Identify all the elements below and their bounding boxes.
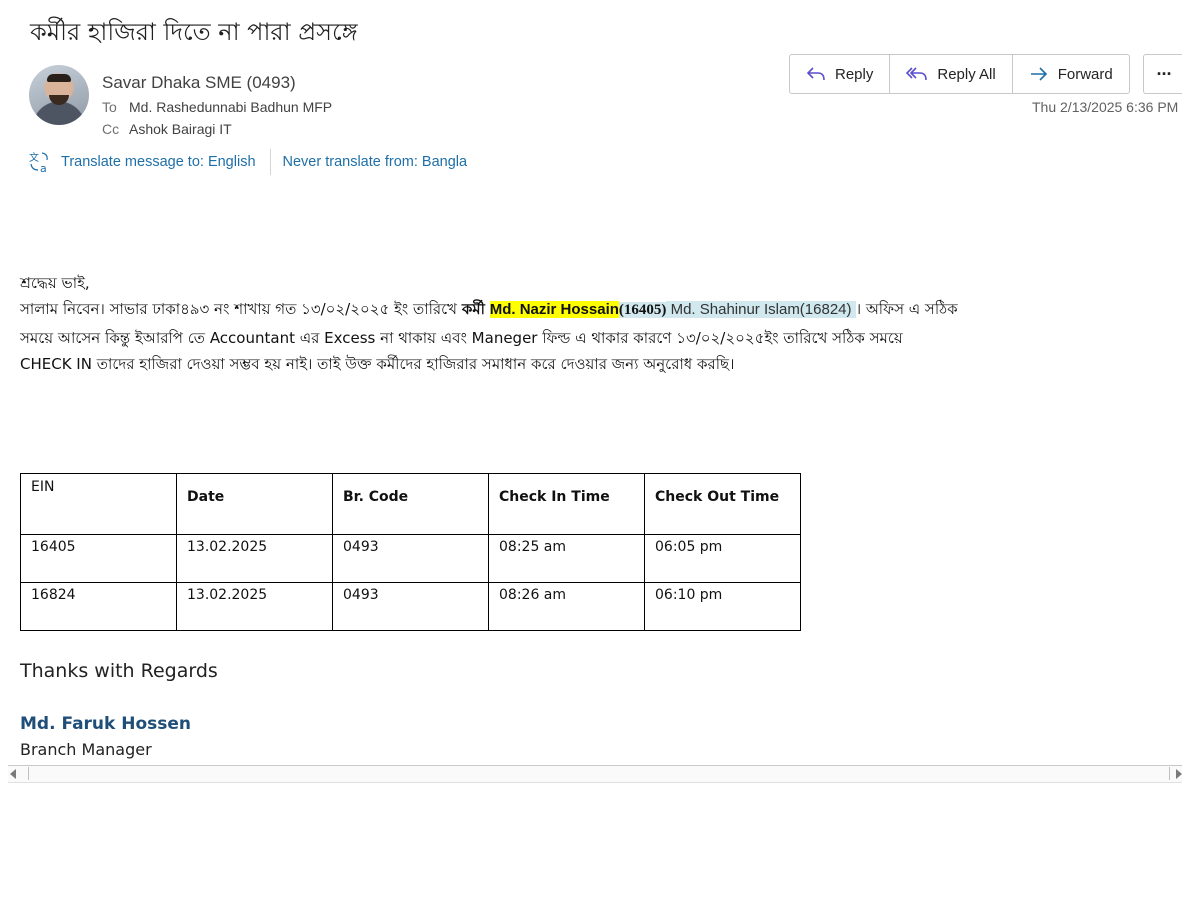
reply-label: Reply bbox=[835, 65, 874, 83]
cc-line: Cc Ashok Bairagi IT bbox=[102, 121, 232, 137]
attendance-table: EIN Date Br. Code Check In Time Check Ou… bbox=[20, 473, 801, 631]
sender-name[interactable]: Savar Dhaka SME (0493) bbox=[102, 73, 296, 93]
table-cell: 0493 bbox=[332, 534, 489, 583]
reply-all-label: Reply All bbox=[937, 65, 996, 83]
reply-button[interactable]: Reply bbox=[790, 55, 891, 93]
table-row: 16824 13.02.2025 0493 08:26 am 06:10 pm bbox=[20, 582, 801, 631]
to-label: To bbox=[102, 99, 117, 115]
horizontal-scrollbar[interactable] bbox=[8, 765, 1182, 783]
forward-label: Forward bbox=[1057, 65, 1113, 83]
body-line-1-end: । অফিস এ সঠিক bbox=[855, 300, 958, 318]
table-cell: 13.02.2025 bbox=[176, 534, 333, 583]
translate-icon: 文 a bbox=[29, 151, 48, 174]
forward-button[interactable]: Forward bbox=[1013, 55, 1129, 93]
table-cell: 16824 bbox=[20, 582, 177, 631]
reply-all-button[interactable]: Reply All bbox=[890, 55, 1013, 93]
more-actions-button[interactable]: ··· bbox=[1143, 54, 1182, 94]
body-line-1: সালাম নিবেন। সাভার ঢাকা৪৯৩ নং শাখায় গত … bbox=[20, 298, 958, 323]
employee-name-2: Md. Shahinur Islam(16824) bbox=[666, 301, 856, 318]
karmi-word: কর্মী bbox=[461, 300, 485, 318]
table-header-cell: Check Out Time bbox=[644, 473, 801, 535]
table-cell: 08:25 am bbox=[488, 534, 645, 583]
table-cell: 13.02.2025 bbox=[176, 582, 333, 631]
body-line-1-text: সালাম নিবেন। সাভার ঢাকা৪৯৩ নং শাখায় গত … bbox=[20, 300, 462, 318]
reply-icon bbox=[806, 67, 825, 81]
message-toolbar: Reply Reply All Forward bbox=[789, 54, 1130, 94]
forward-arrow-icon bbox=[1030, 67, 1047, 81]
employee-ein-1: (16405) bbox=[618, 302, 667, 318]
translate-bar: 文 a Translate message to: English Never … bbox=[28, 149, 467, 175]
body-greeting: শ্রদ্ধেয় ভাই, bbox=[20, 274, 90, 292]
translate-to-english-link[interactable]: Translate message to: English bbox=[61, 154, 256, 170]
scrollbar-thumb[interactable] bbox=[28, 767, 1170, 780]
table-header-row: EIN Date Br. Code Check In Time Check Ou… bbox=[20, 473, 801, 535]
reply-all-icon bbox=[906, 67, 928, 81]
employee-name-1: Md. Nazir Hossain bbox=[489, 301, 619, 318]
translate-separator bbox=[269, 149, 271, 175]
table-cell: 06:05 pm bbox=[644, 534, 801, 583]
more-icon: ··· bbox=[1156, 63, 1173, 84]
body-line-2: সময়ে আসেন কিন্তু ইআরপি তে Accountant এর… bbox=[20, 329, 903, 347]
svg-text:文: 文 bbox=[29, 151, 39, 164]
table-header-cell: Br. Code bbox=[332, 473, 489, 535]
signature-name: Md. Faruk Hossen bbox=[20, 714, 192, 734]
email-subject: কর্মীর হাজিরা দিতে না পারা প্রসঙ্গে bbox=[30, 18, 358, 46]
body-line-3: CHECK IN তাদের হাজিরা দেওয়া সম্ভব হয় ন… bbox=[20, 355, 735, 373]
scroll-right-icon[interactable] bbox=[1176, 769, 1182, 779]
svg-text:a: a bbox=[40, 162, 47, 174]
to-line: To Md. Rashedunnabi Badhun MFP bbox=[102, 99, 332, 115]
table-cell: 06:10 pm bbox=[644, 582, 801, 631]
scroll-left-icon[interactable] bbox=[10, 769, 16, 779]
table-header-cell: EIN bbox=[20, 473, 177, 535]
to-recipient[interactable]: Md. Rashedunnabi Badhun MFP bbox=[129, 99, 332, 115]
never-translate-link[interactable]: Never translate from: Bangla bbox=[283, 154, 468, 170]
table-cell: 08:26 am bbox=[488, 582, 645, 631]
sender-avatar[interactable] bbox=[29, 65, 89, 125]
signature-closing: Thanks with Regards bbox=[20, 660, 218, 682]
sent-date: Thu 2/13/2025 6:36 PM bbox=[1032, 99, 1179, 115]
table-row: 16405 13.02.2025 0493 08:25 am 06:05 pm bbox=[20, 534, 801, 583]
table-cell: 0493 bbox=[332, 582, 489, 631]
table-cell: 16405 bbox=[20, 534, 177, 583]
cc-label: Cc bbox=[102, 121, 120, 137]
table-header-cell: Date bbox=[176, 473, 333, 535]
table-header-cell: Check In Time bbox=[488, 473, 645, 535]
cc-recipient[interactable]: Ashok Bairagi IT bbox=[129, 121, 232, 137]
signature-title: Branch Manager bbox=[20, 740, 152, 759]
